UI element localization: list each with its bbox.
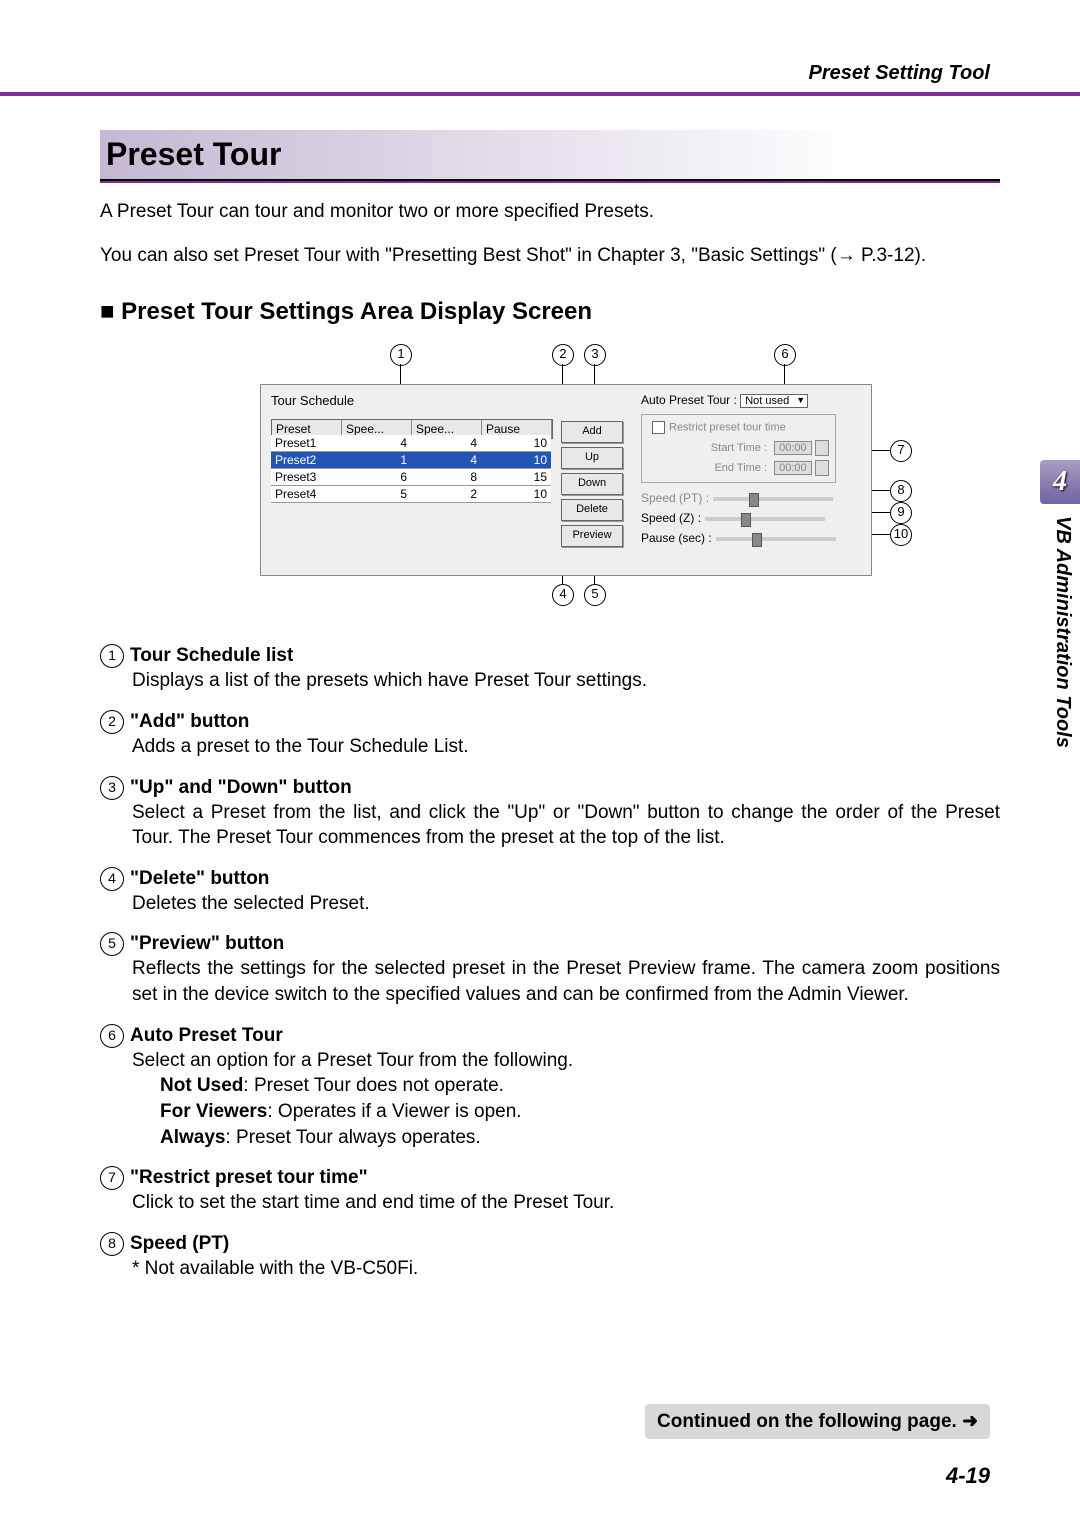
speed-pt-slider[interactable] xyxy=(713,497,833,501)
lead-10 xyxy=(870,534,890,535)
table-row[interactable]: Preset45210 xyxy=(271,486,551,503)
num-8: 8 xyxy=(100,1232,124,1256)
restrict-group: Restrict preset tour time Start Time : 0… xyxy=(641,414,836,483)
def-head-4: "Delete" button xyxy=(130,868,269,889)
page-title: Preset Tour xyxy=(100,130,1000,181)
preview-button[interactable]: Preview xyxy=(561,525,623,547)
sub-t-1: : Preset Tour does not operate. xyxy=(243,1075,504,1096)
settings-screenshot: 1 2 3 6 7 8 9 10 4 5 Tour Schedule Prese… xyxy=(190,344,910,614)
chapter-side-label: VB Administration Tools xyxy=(1051,516,1074,748)
lead-8 xyxy=(870,490,890,491)
speed-pt-label: Speed (PT) : xyxy=(641,491,709,505)
num-7: 7 xyxy=(100,1166,124,1190)
callout-3: 3 xyxy=(584,344,606,366)
callout-10: 10 xyxy=(890,524,912,546)
section-heading: ■ Preset Tour Settings Area Display Scre… xyxy=(100,298,1000,326)
delete-button[interactable]: Delete xyxy=(561,499,623,521)
def-head-1: Tour Schedule list xyxy=(130,645,293,666)
page: Preset Setting Tool 4 VB Administration … xyxy=(0,0,1080,1529)
table-row[interactable]: Preset36815 xyxy=(271,469,551,486)
def-head-8: Speed (PT) xyxy=(130,1233,229,1254)
def-head-2: "Add" button xyxy=(130,711,249,732)
callout-2: 2 xyxy=(552,344,574,366)
intro-paragraph-2: You can also set Preset Tour with "Prese… xyxy=(100,243,1000,269)
speed-z-slider[interactable] xyxy=(705,517,825,521)
def-head-7: "Restrict preset tour time" xyxy=(130,1167,368,1188)
def-head-6: Auto Preset Tour xyxy=(130,1025,283,1046)
continued-banner: Continued on the following page. ➜ xyxy=(645,1404,990,1439)
end-time-field[interactable]: 00:00 xyxy=(774,461,812,475)
callout-5: 5 xyxy=(584,584,606,606)
auto-preset-label: Auto Preset Tour : xyxy=(641,393,737,407)
callout-1: 1 xyxy=(390,344,412,366)
callout-7: 7 xyxy=(890,440,912,462)
restrict-checkbox[interactable] xyxy=(652,421,665,434)
num-3: 3 xyxy=(100,776,124,800)
down-button[interactable]: Down xyxy=(561,473,623,495)
sub-b-3: Always xyxy=(160,1127,225,1148)
end-time-label: End Time : xyxy=(714,462,767,474)
def-body-4: Deletes the selected Preset. xyxy=(132,891,1000,917)
table-row[interactable]: Preset21410 xyxy=(271,452,551,469)
def-body-1: Displays a list of the presets which hav… xyxy=(132,668,1000,694)
start-time-field[interactable]: 00:00 xyxy=(774,441,812,455)
definitions: 1 Tour Schedule list Displays a list of t… xyxy=(100,644,1000,1281)
def-head-5: "Preview" button xyxy=(130,934,284,955)
page-number: 4-19 xyxy=(946,1463,990,1489)
header-rule xyxy=(0,92,1080,96)
pause-slider[interactable] xyxy=(716,537,836,541)
callout-6: 6 xyxy=(774,344,796,366)
up-button[interactable]: Up xyxy=(561,447,623,469)
pause-sec-label: Pause (sec) : xyxy=(641,531,712,545)
num-4: 4 xyxy=(100,867,124,891)
chapter-tab: 4 xyxy=(1040,460,1080,504)
num-6: 6 xyxy=(100,1024,124,1048)
header-tool-name: Preset Setting Tool xyxy=(808,62,990,85)
num-5: 5 xyxy=(100,932,124,956)
table-body[interactable]: Preset14410 Preset21410 Preset36815 Pres… xyxy=(271,435,551,503)
callout-9: 9 xyxy=(890,502,912,524)
num-2: 2 xyxy=(100,710,124,734)
section-heading-text: Preset Tour Settings Area Display Screen xyxy=(121,298,592,325)
button-column: Add Up Down Delete Preview xyxy=(561,421,623,547)
def-body-6: Select an option for a Preset Tour from … xyxy=(132,1048,1000,1074)
start-time-label: Start Time : xyxy=(711,442,767,454)
sub-t-3: : Preset Tour always operates. xyxy=(225,1127,480,1148)
def-body-8: * Not available with the VB-C50Fi. xyxy=(132,1256,1000,1282)
intro-paragraph-1: A Preset Tour can tour and monitor two o… xyxy=(100,199,1000,225)
table-row[interactable]: Preset14410 xyxy=(271,435,551,452)
end-time-spinner[interactable] xyxy=(815,460,829,476)
speed-z-label: Speed (Z) : xyxy=(641,511,701,525)
sub-b-1: Not Used xyxy=(160,1075,243,1096)
lead-7 xyxy=(870,450,890,451)
num-1: 1 xyxy=(100,644,124,668)
lead-9 xyxy=(870,512,890,513)
sub-t-2: : Operates if a Viewer is open. xyxy=(267,1101,521,1122)
sub-b-2: For Viewers xyxy=(160,1101,267,1122)
def-body-2: Adds a preset to the Tour Schedule List. xyxy=(132,734,1000,760)
def-body-3: Select a Preset from the list, and click… xyxy=(132,800,1000,851)
callout-4: 4 xyxy=(552,584,574,606)
def-head-3: "Up" and "Down" button xyxy=(130,777,352,798)
callout-8: 8 xyxy=(890,480,912,502)
sq-bullet: ■ xyxy=(100,298,115,325)
tour-schedule-label: Tour Schedule xyxy=(271,393,354,408)
dialog-panel: Tour Schedule Preset Spee... Spee... Pau… xyxy=(260,384,872,576)
add-button[interactable]: Add xyxy=(561,421,623,443)
def-body-5: Reflects the settings for the selected p… xyxy=(132,956,1000,1007)
def-body-7: Click to set the start time and end time… xyxy=(132,1190,1000,1216)
auto-preset-dropdown[interactable]: Not used xyxy=(740,394,808,408)
start-time-spinner[interactable] xyxy=(815,440,829,456)
right-settings: Auto Preset Tour : Not used Restrict pre… xyxy=(641,393,836,545)
restrict-label: Restrict preset tour time xyxy=(669,422,786,434)
